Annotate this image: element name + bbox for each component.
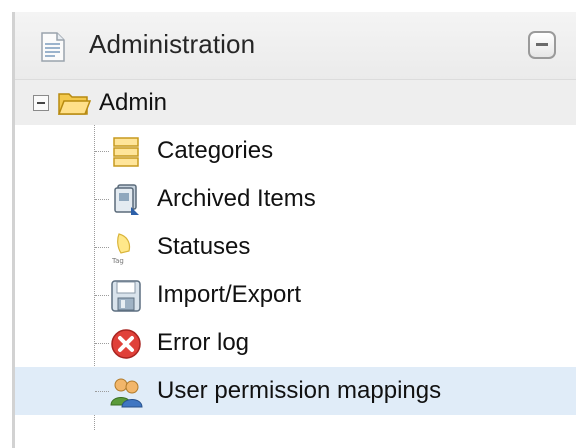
administration-panel: Administration Admin Categories Archived… (12, 12, 576, 448)
tree-item-error-log[interactable]: Error log (15, 319, 576, 367)
stage: Administration Admin Categories Archived… (0, 0, 576, 448)
users-icon (110, 378, 143, 408)
tree-item-user-permission-mappings[interactable]: User permission mappings (15, 367, 576, 415)
tree-item-import-export[interactable]: Import/Export (15, 271, 576, 319)
archive-icon (114, 184, 139, 215)
tree-item-archived-items[interactable]: Archived Items (15, 175, 576, 223)
panel-header[interactable]: Administration (15, 12, 576, 80)
tree-item-label: Import/Export (157, 281, 302, 308)
floppy-disk-icon (111, 280, 141, 312)
tree-item-label: Error log (157, 329, 250, 356)
tree-node-admin[interactable]: Admin (15, 80, 576, 125)
tag-icon: Tag (111, 233, 131, 265)
tree-item-label: User permission mappings (157, 377, 442, 404)
tree-item-label: Categories (157, 137, 274, 164)
tree-node-admin-label: Admin (99, 89, 168, 116)
collapse-panel-button[interactable] (528, 31, 556, 59)
document-icon (41, 32, 65, 62)
categories-icon (113, 137, 139, 167)
folder-open-icon (57, 93, 91, 115)
error-icon (111, 329, 141, 359)
tree-item-label: Statuses (157, 233, 251, 260)
tree-collapse-toggle-icon[interactable] (33, 95, 49, 111)
tree-item-statuses[interactable]: Tag Statuses (15, 223, 576, 271)
svg-text:Tag: Tag (111, 257, 124, 265)
panel-title: Administration (89, 29, 256, 59)
tree-item-label: Archived Items (157, 185, 316, 212)
tree-item-categories[interactable]: Categories (15, 127, 576, 175)
